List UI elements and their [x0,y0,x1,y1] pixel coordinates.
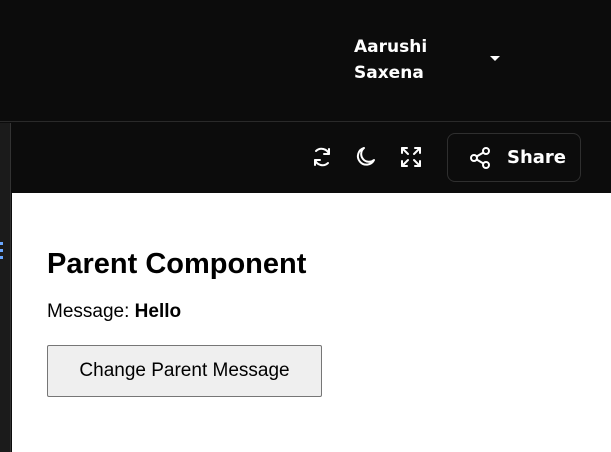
message-value: Hello [134,301,182,322]
refresh-icon[interactable] [309,144,335,170]
message-line: Message: Hello [47,300,181,324]
caret-down-icon[interactable] [490,56,500,61]
user-menu[interactable]: Aarushi Saxena [354,34,464,86]
message-label: Message: [47,301,135,322]
top-header: Aarushi Saxena [0,0,611,122]
fullscreen-icon[interactable] [398,144,424,170]
preview-pane: Parent Component Message: Hello Change P… [12,193,611,452]
change-parent-message-button[interactable]: Change Parent Message [47,345,322,397]
share-button[interactable]: Share [447,133,581,182]
share-label: Share [507,147,567,168]
drag-handle-icon[interactable] [0,242,4,262]
user-last-name: Saxena [354,63,424,83]
moon-icon[interactable] [353,144,379,170]
user-first-name: Aarushi [354,37,428,57]
share-icon [470,147,490,169]
editor-edge [0,123,11,452]
page-title: Parent Component [47,248,307,280]
